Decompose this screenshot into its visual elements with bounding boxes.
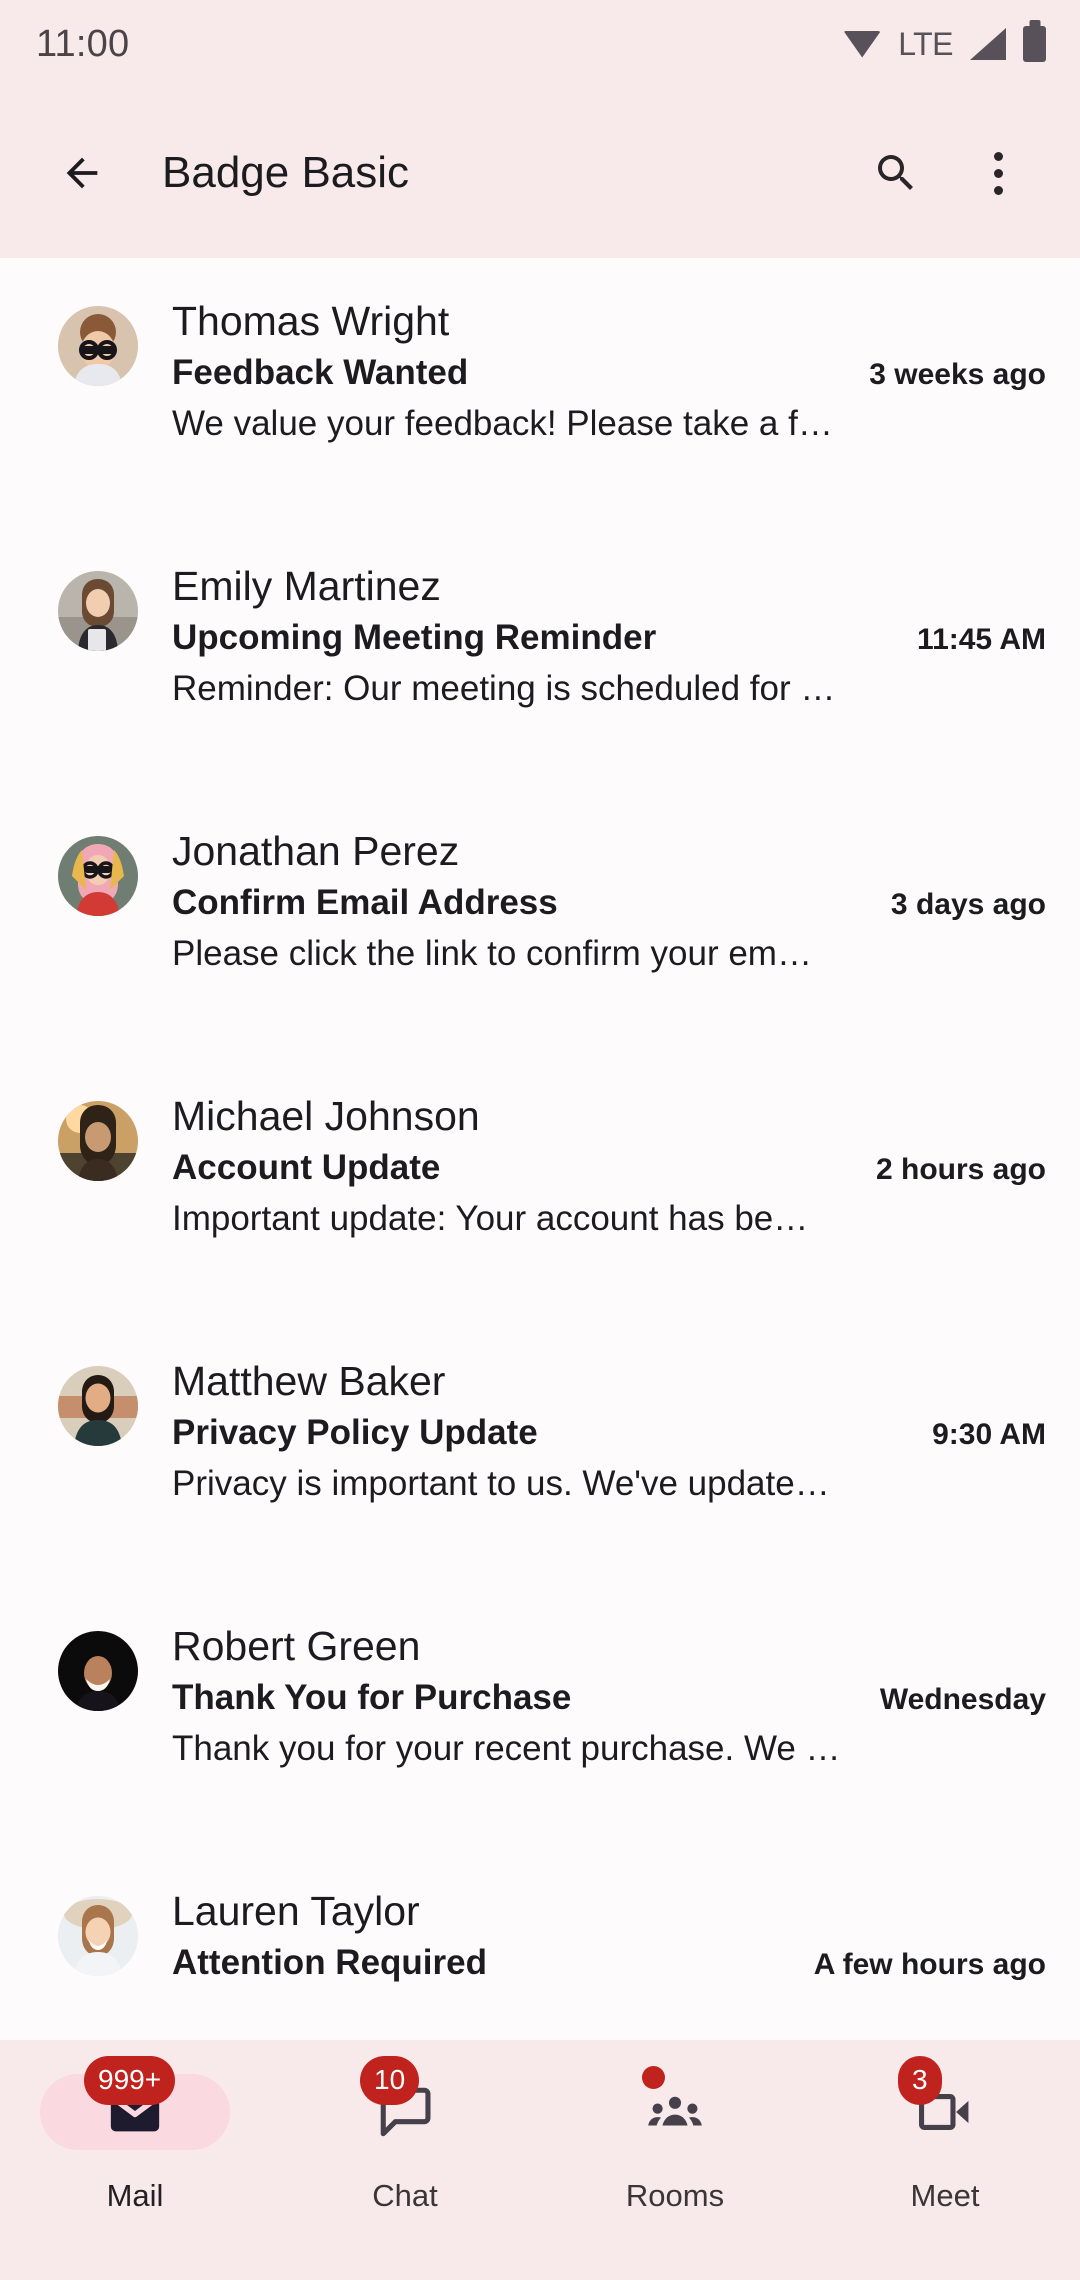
avatar <box>58 306 138 386</box>
snippet: Please click the link to confirm your em… <box>172 934 812 974</box>
sender-name: Jonathan Perez <box>172 828 460 874</box>
nav-icon-wrap-rooms <box>580 2066 770 2156</box>
badge-meet: 3 <box>898 2056 942 2105</box>
battery-icon <box>1023 26 1046 62</box>
sender-name: Lauren Taylor <box>172 1888 420 1934</box>
nav-icon-wrap-mail: 999+ <box>40 2056 230 2156</box>
subject-row: Upcoming Meeting Reminder 11:45 AM <box>172 617 1046 659</box>
sender-name: Emily Martinez <box>172 563 441 609</box>
app-bar: Badge Basic <box>0 88 1080 258</box>
snippet: Privacy is important to us. We've update… <box>172 1464 830 1504</box>
back-button[interactable] <box>46 137 118 209</box>
list-item[interactable]: Michael Johnson Account Update 2 hours a… <box>0 1053 1080 1318</box>
wifi-icon <box>843 30 882 58</box>
badge-mail: 999+ <box>84 2056 176 2105</box>
timestamp: 9:30 AM <box>932 1418 1046 1452</box>
nav-icon-wrap-meet: 3 <box>850 2056 1040 2156</box>
nav-item-chat[interactable]: 10 Chat <box>270 2040 540 2280</box>
people-icon <box>648 2096 702 2126</box>
sender-name: Matthew Baker <box>172 1358 446 1404</box>
avatar <box>58 571 138 651</box>
subject: Upcoming Meeting Reminder <box>172 618 657 658</box>
page-title: Badge Basic <box>162 148 410 197</box>
subject-row: Thank You for Purchase Wednesday <box>172 1677 1046 1719</box>
timestamp: 11:45 AM <box>917 623 1046 657</box>
subject: Attention Required <box>172 1943 487 1983</box>
subject-row: Privacy Policy Update 9:30 AM <box>172 1412 1046 1454</box>
phone-screen: 11:00 LTE Badge Basic Thomas Wright Feed… <box>0 0 1080 2280</box>
sender-name: Michael Johnson <box>172 1093 480 1139</box>
search-button[interactable] <box>858 135 934 211</box>
list-item-body: Matthew Baker Privacy Policy Update 9:30… <box>172 1358 1046 1583</box>
search-icon <box>878 155 913 190</box>
avatar <box>58 836 138 916</box>
subject: Feedback Wanted <box>172 353 469 393</box>
people-glyph <box>643 2080 707 2144</box>
avatar <box>58 1896 138 1976</box>
subject-row: Feedback Wanted 3 weeks ago <box>172 352 1046 394</box>
status-clock: 11:00 <box>36 22 130 65</box>
nav-label-mail: Mail <box>106 2178 164 2213</box>
app-bar-actions <box>858 135 1036 211</box>
bottom-navigation-bar: 999+ Mail 10 Chat Rooms 3 Meet <box>0 2040 1080 2280</box>
list-item-body: Michael Johnson Account Update 2 hours a… <box>172 1093 1046 1318</box>
mail-list[interactable]: Thomas Wright Feedback Wanted 3 weeks ag… <box>0 258 1080 2040</box>
status-bar: 11:00 LTE <box>0 0 1080 88</box>
nav-label-rooms: Rooms <box>625 2178 725 2213</box>
status-icon-group: LTE <box>843 26 1046 63</box>
nav-label-meet: Meet <box>910 2178 980 2213</box>
subject: Confirm Email Address <box>172 883 558 923</box>
list-item-body: Robert Green Thank You for Purchase Wedn… <box>172 1623 1046 1848</box>
avatar <box>58 1101 138 1181</box>
nav-item-rooms[interactable]: Rooms <box>540 2040 810 2280</box>
badge-chat: 10 <box>360 2056 420 2105</box>
subject: Thank You for Purchase <box>172 1678 572 1718</box>
list-item-body: Jonathan Perez Confirm Email Address 3 d… <box>172 828 1046 1053</box>
list-item[interactable]: Thomas Wright Feedback Wanted 3 weeks ag… <box>0 258 1080 523</box>
list-item-body: Thomas Wright Feedback Wanted 3 weeks ag… <box>172 298 1046 523</box>
list-item[interactable]: Robert Green Thank You for Purchase Wedn… <box>0 1583 1080 1848</box>
list-item-body: Lauren Taylor Attention Required A few h… <box>172 1888 1046 2040</box>
list-item[interactable]: Emily Martinez Upcoming Meeting Reminder… <box>0 523 1080 788</box>
list-item[interactable]: Matthew Baker Privacy Policy Update 9:30… <box>0 1318 1080 1583</box>
more-vertical-icon <box>993 151 1003 195</box>
snippet: We value your feedback! Please take a f… <box>172 404 833 444</box>
badge-rooms-dot <box>642 2066 665 2089</box>
subject-row: Confirm Email Address 3 days ago <box>172 882 1046 924</box>
timestamp: 3 days ago <box>890 888 1046 922</box>
timestamp: 3 weeks ago <box>869 358 1046 392</box>
lte-label: LTE <box>898 25 953 62</box>
cellular-signal-icon <box>970 28 1006 60</box>
subject-row: Account Update 2 hours ago <box>172 1147 1046 1189</box>
timestamp: Wednesday <box>879 1683 1046 1717</box>
list-item[interactable]: Jonathan Perez Confirm Email Address 3 d… <box>0 788 1080 1053</box>
nav-icon-wrap-chat: 10 <box>310 2056 500 2156</box>
list-item[interactable]: Lauren Taylor Attention Required A few h… <box>0 1848 1080 2040</box>
nav-item-mail[interactable]: 999+ Mail <box>0 2040 270 2280</box>
subject: Privacy Policy Update <box>172 1413 538 1453</box>
subject: Account Update <box>172 1148 441 1188</box>
avatar <box>58 1631 138 1711</box>
sender-name: Thomas Wright <box>172 298 450 344</box>
subject-row: Attention Required A few hours ago <box>172 1942 1046 1984</box>
back-arrow-icon <box>66 157 98 189</box>
snippet: Reminder: Our meeting is scheduled for … <box>172 669 836 709</box>
snippet: Important update: Your account has be… <box>172 1199 809 1239</box>
nav-item-meet[interactable]: 3 Meet <box>810 2040 1080 2280</box>
list-item-body: Emily Martinez Upcoming Meeting Reminder… <box>172 563 1046 788</box>
overflow-menu-button[interactable] <box>960 135 1036 211</box>
avatar <box>58 1366 138 1446</box>
snippet: Thank you for your recent purchase. We … <box>172 1729 841 1769</box>
timestamp: A few hours ago <box>813 1948 1046 1982</box>
timestamp: 2 hours ago <box>875 1153 1046 1187</box>
sender-name: Robert Green <box>172 1623 421 1669</box>
nav-label-chat: Chat <box>372 2178 438 2213</box>
